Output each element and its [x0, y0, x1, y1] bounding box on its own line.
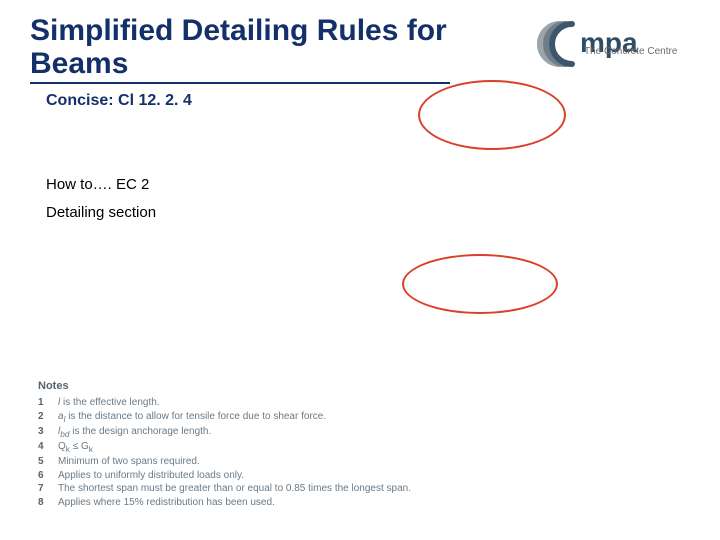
note-item: 5 Minimum of two spans required. — [38, 455, 458, 469]
page-title: Simplified Detailing Rules for Beams — [30, 14, 450, 84]
note-num: 6 — [38, 469, 48, 483]
note-item: 4 Qk ≤ Gk — [38, 440, 458, 455]
annotation-ellipse-1 — [418, 80, 566, 150]
note-num: 1 — [38, 396, 48, 410]
mpa-logo: mpa — [532, 14, 702, 70]
note-num: 8 — [38, 496, 48, 510]
note-item: 7 The shortest span must be greater than … — [38, 482, 458, 496]
note-text: Applies where 15% redistribution has bee… — [58, 496, 275, 510]
note-item: 1 l is the effective length. — [38, 396, 458, 410]
note-num: 2 — [38, 410, 48, 425]
note-item: 8 Applies where 15% redistribution has be… — [38, 496, 458, 510]
note-item: 2 al is the distance to allow for tensile… — [38, 410, 458, 425]
note-text: Minimum of two spans required. — [58, 455, 200, 469]
note-text: lbd is the design anchorage length. — [58, 425, 211, 440]
note-num: 4 — [38, 440, 48, 455]
notes-heading: Notes — [38, 380, 458, 392]
slide: Simplified Detailing Rules for Beams Con… — [0, 0, 720, 540]
notes-list: 1 l is the effective length. 2 al is the d… — [38, 396, 458, 509]
note-text: Qk ≤ Gk — [58, 440, 93, 455]
concise-ref: Concise: Cl 12. 2. 4 — [46, 92, 192, 110]
howto-line: How to…. EC 2 — [46, 176, 149, 193]
note-item: 6 Applies to uniformly distributed loads … — [38, 469, 458, 483]
note-text: al is the distance to allow for tensile … — [58, 410, 326, 425]
note-text: The shortest span must be greater than o… — [58, 482, 411, 496]
mpa-logo-sub: The Concrete Centre — [584, 46, 702, 57]
annotation-ellipse-2 — [402, 254, 558, 314]
notes-block: Notes 1 l is the effective length. 2 al is… — [38, 380, 458, 509]
note-item: 3 lbd is the design anchorage length. — [38, 425, 458, 440]
note-num: 3 — [38, 425, 48, 440]
detailing-line: Detailing section — [46, 204, 156, 221]
note-num: 7 — [38, 482, 48, 496]
note-text: Applies to uniformly distributed loads o… — [58, 469, 244, 483]
note-text: l is the effective length. — [58, 396, 160, 410]
note-num: 5 — [38, 455, 48, 469]
mpa-logo-svg: mpa — [532, 14, 702, 70]
